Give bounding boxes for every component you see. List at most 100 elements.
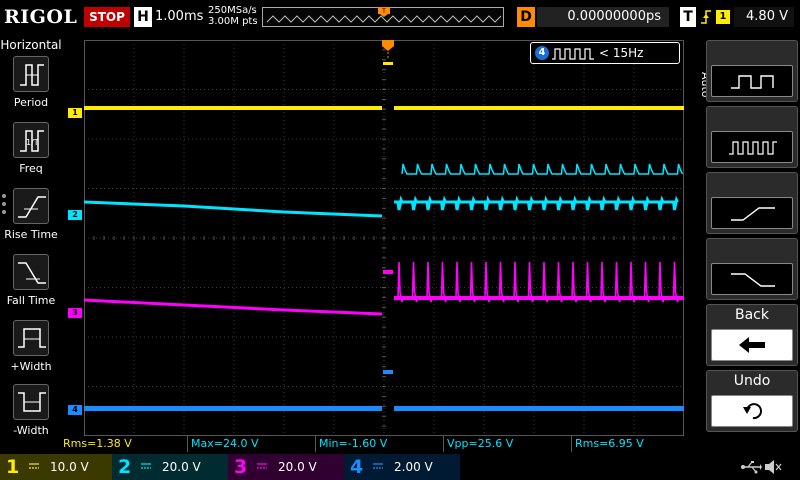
ch4-offset-marker[interactable]: 4 [68, 405, 82, 415]
sidebar-item-label: Rise Time [4, 228, 58, 241]
square-wave-icon [731, 75, 774, 89]
softkey-panel: Auto Back Undo [688, 36, 800, 456]
usb-icon [741, 461, 762, 474]
sample-rate: 250MSa/s [208, 5, 257, 16]
measurement-value: Max=24.0 V [191, 437, 259, 450]
acquisition-info: 250MSa/s 3.00M pts [208, 5, 258, 27]
trigger-time-marker [382, 40, 394, 51]
svg-text:T: T [381, 8, 386, 15]
channel-number: 2 [118, 456, 132, 478]
channel-number: 1 [6, 456, 20, 478]
ch4-trace [383, 370, 393, 374]
sidebar-item-label: Fall Time [6, 294, 56, 307]
dc-coupling-icon [141, 463, 151, 469]
measurement-bar: Rms=1.38 V Max=24.0 V Min=-1.60 V Vpp=25… [58, 436, 698, 452]
back-label: Back [735, 307, 769, 323]
sidebar-item-pos-width[interactable]: +Width [0, 320, 62, 382]
ch2-offset-marker[interactable]: 2 [68, 210, 82, 220]
ch4-trace [394, 406, 684, 411]
softkey-square-wave[interactable] [706, 40, 798, 102]
softkey-undo[interactable]: Undo [706, 370, 798, 432]
sidebar-item-period[interactable]: Period [0, 56, 62, 118]
channel-4-tab[interactable]: 4 2.00 V [344, 454, 460, 480]
channel-scale: 10.0 V [50, 460, 89, 474]
period-icon [13, 56, 49, 92]
neg-width-icon [13, 384, 49, 420]
ch4-trace [84, 406, 382, 411]
sidebar-title: Horizontal [0, 38, 62, 52]
measurement-item[interactable]: Rms=6.95 V [572, 436, 698, 452]
rising-slope-icon [731, 207, 775, 221]
softkey-rise-time[interactable] [706, 172, 798, 234]
ch1-trace [394, 106, 684, 110]
sidebar-item-label: +Width [10, 360, 52, 373]
trigger-level-value[interactable]: 4.80 V [734, 7, 794, 27]
measurement-item[interactable]: Vpp=25.6 V [444, 436, 572, 452]
measurement-value: Min=-1.60 V [319, 437, 388, 450]
svg-text:1/T: 1/T [26, 138, 39, 147]
channel-scale: 2.00 V [394, 460, 433, 474]
ch2-trace [401, 163, 684, 175]
dc-coupling-icon [257, 463, 267, 469]
ch3-trace [394, 296, 684, 300]
channel-3-tab[interactable]: 3 20.0 V [228, 454, 344, 480]
ch2-trace [84, 200, 383, 218]
trigger-label: T [680, 7, 696, 27]
horizontal-measure-sidebar: Horizontal Period 1/T Freq Rise Time Fal… [0, 36, 62, 456]
measurement-value: Rms=1.38 V [63, 437, 132, 450]
channel-number: 3 [234, 456, 248, 478]
ch2-trace [394, 195, 679, 211]
sidebar-item-label: Freq [19, 162, 43, 175]
trigger-position-marker: T [378, 7, 390, 17]
sidebar-item-label: Period [13, 96, 49, 109]
top-status-bar: RIGOL STOP H 1.00ms 250MSa/s 3.00M pts T… [0, 0, 800, 36]
undo-label: Undo [733, 373, 771, 389]
channel-bar: 1 10.0 V 2 20.0 V 3 20.0 V 4 2.00 V [0, 454, 800, 480]
measurement-item[interactable]: Max=24.0 V [188, 436, 316, 452]
horizontal-label: H [134, 7, 152, 27]
sidebar-item-freq[interactable]: 1/T Freq [0, 122, 62, 184]
back-arrow-icon [739, 337, 765, 353]
waveform-traces [84, 40, 684, 411]
softkey-pulse-train[interactable] [706, 106, 798, 168]
speaker-muted-icon[interactable] [764, 459, 782, 475]
square-wave-icon [552, 48, 594, 60]
channel-1-tab[interactable]: 1 10.0 V [0, 454, 112, 480]
dc-coupling-icon [373, 463, 383, 469]
delay-label: D [517, 7, 535, 27]
fall-time-icon [13, 254, 49, 290]
measurement-item[interactable]: Min=-1.60 V [316, 436, 444, 452]
ch3-trace [383, 270, 393, 274]
timebase-value[interactable]: 1.00ms [155, 7, 203, 27]
channel-2-tab[interactable]: 2 20.0 V [112, 454, 228, 480]
waveform-display[interactable] [84, 40, 684, 436]
dc-coupling-icon [29, 463, 39, 469]
channel-scale: 20.0 V [278, 460, 317, 474]
measurement-item[interactable]: Rms=1.38 V [60, 436, 188, 452]
frequency-value: < 15Hz [599, 46, 644, 60]
freq-icon: 1/T [13, 122, 49, 158]
sidebar-item-label: -Width [13, 424, 49, 437]
ch3-offset-marker[interactable]: 3 [68, 308, 82, 318]
pulse-train-icon [729, 141, 777, 155]
rising-edge-icon [701, 10, 711, 24]
frequency-counter-box[interactable]: 4 < 15Hz [530, 42, 680, 64]
run-stop-indicator[interactable]: STOP [84, 7, 130, 27]
trigger-source-badge: 1 [716, 10, 730, 24]
sidebar-item-rise-time[interactable]: Rise Time [0, 188, 62, 250]
sidebar-item-fall-time[interactable]: Fall Time [0, 254, 62, 316]
softkey-back[interactable]: Back [706, 304, 798, 366]
falling-slope-icon [731, 273, 775, 287]
horizontal-delay-value[interactable]: 0.00000000ps [537, 7, 669, 27]
measurement-value: Rms=6.95 V [575, 437, 644, 450]
measurement-value: Vpp=25.6 V [447, 437, 514, 450]
rise-time-icon [13, 188, 49, 224]
ch1-offset-marker[interactable]: 1 [68, 108, 82, 118]
ch1-trace [383, 62, 393, 65]
ch3-trace [84, 298, 383, 316]
pos-width-icon [13, 320, 49, 356]
softkey-fall-time[interactable] [706, 238, 798, 300]
sidebar-item-neg-width[interactable]: -Width [0, 384, 62, 446]
brand-logo: RIGOL [4, 6, 78, 28]
channel-number: 4 [350, 456, 364, 478]
